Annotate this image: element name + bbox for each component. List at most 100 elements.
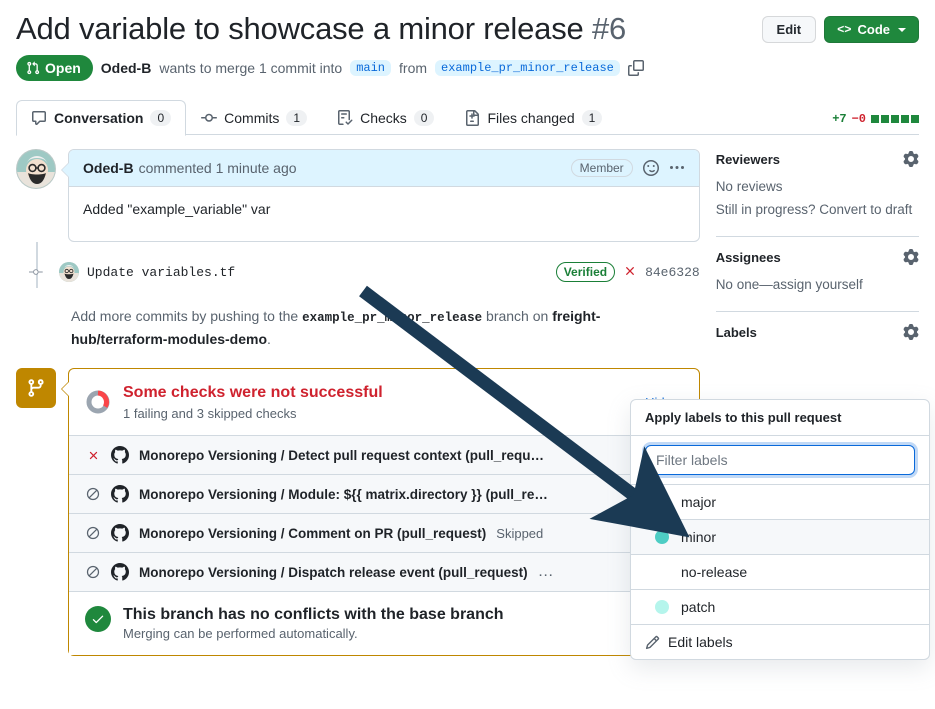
tab-files-changed[interactable]: Files changed 1 (449, 100, 617, 136)
skip-icon (85, 487, 101, 501)
reviewers-empty: No reviews (715, 179, 783, 195)
assignees-header: Assignees (715, 249, 919, 266)
checks-progress-donut (85, 389, 111, 415)
member-badge: Member (570, 159, 633, 178)
edit-button[interactable]: Edit (761, 16, 817, 43)
check-note: … (537, 563, 554, 581)
comment-author[interactable]: Oded-B (83, 160, 134, 176)
pr-number: #6 (591, 11, 627, 46)
checks-summary-text: Some checks were not successful 1 failin… (123, 383, 383, 421)
label-color-dot (655, 530, 669, 544)
check-name: Monorepo Versioning / Comment on PR (pul… (139, 525, 487, 541)
gear-icon[interactable] (903, 249, 919, 266)
skip-icon (85, 565, 101, 579)
header-actions: Edit <> Code (761, 10, 919, 43)
code-button[interactable]: <> Code (824, 16, 919, 43)
head-branch-chip[interactable]: example_pr_minor_release (435, 60, 620, 77)
gear-icon[interactable] (903, 324, 919, 340)
push-hint-prefix: Add more commits by pushing to the (71, 308, 303, 325)
labels-header: Labels (716, 324, 919, 340)
commit-message[interactable]: Update variables.tf (87, 265, 235, 280)
label-option-minor[interactable]: minor (631, 520, 929, 555)
tab-conversation-count: 0 (150, 110, 172, 127)
check-note: Skipped (496, 525, 544, 541)
labels-popover: Apply labels to this pull request major … (630, 399, 930, 660)
comment-body: Added "example_variable" var (83, 201, 271, 218)
check-row[interactable]: Monorepo Versioning / Comment on PR (pul… (69, 513, 699, 553)
pr-title-text: Add variable to showcase a minor release (16, 11, 584, 46)
avatar[interactable] (16, 149, 56, 190)
label-option-no-release[interactable]: no-release (631, 555, 929, 590)
tab-commits-label: Commits (224, 110, 280, 127)
filter-labels-input[interactable] (645, 445, 915, 475)
commit-meta: Verified 84e6328 (555, 262, 700, 283)
base-branch-chip[interactable]: main (350, 60, 392, 77)
tab-commits[interactable]: Commits 1 (186, 100, 322, 136)
merge-box: Some checks were not successful 1 failin… (61, 368, 700, 657)
pr-author[interactable]: Oded-B (101, 60, 152, 76)
gear-icon[interactable] (903, 151, 919, 168)
kebab-menu-icon[interactable] (669, 160, 685, 176)
conflict-text: This branch has no conflicts with the ba… (123, 606, 504, 641)
check-row[interactable]: Monorepo Versioning / Detect pull reques… (69, 435, 699, 475)
checks-title: Some checks were not successful (123, 384, 383, 402)
conflict-status: This branch has no conflicts with the ba… (69, 591, 699, 656)
skip-icon (85, 526, 101, 540)
github-mark-icon (111, 446, 129, 464)
comment-header-actions: Member (570, 159, 685, 178)
smiley-icon[interactable] (642, 160, 659, 177)
verified-badge: Verified (555, 262, 616, 283)
tab-checks[interactable]: Checks 0 (322, 100, 449, 136)
check-row[interactable]: Monorepo Versioning / Dispatch release e… (69, 552, 699, 592)
assignees-title: Assignees (715, 249, 781, 265)
edit-labels-button[interactable]: Edit labels (631, 625, 929, 659)
pr-meta: Open Oded-B wants to merge 1 commit into… (0, 47, 935, 82)
push-hint: Add more commits by pushing to the examp… (71, 306, 631, 350)
convert-to-draft-link[interactable]: Still in progress? Convert to draft (716, 199, 919, 222)
tab-commits-count: 1 (286, 110, 308, 127)
x-failure-icon[interactable] (623, 264, 637, 281)
checks-subtitle: 1 failing and 3 skipped checks (123, 406, 297, 422)
label-option-label: major (681, 494, 717, 510)
check-row[interactable]: Monorepo Versioning / Module: ${{ matrix… (69, 474, 699, 514)
check-name: Monorepo Versioning / Module: ${{ matrix… (139, 486, 548, 502)
x-icon (85, 449, 101, 462)
commit-row: Update variables.tf Verified 84e6328 (29, 256, 700, 288)
pull-request-page: Add variable to showcase a minor release… (0, 0, 935, 709)
tab-checks-count: 0 (413, 110, 435, 127)
commit-avatar[interactable] (59, 262, 79, 283)
github-mark-icon (111, 563, 129, 581)
git-branch-icon (16, 368, 56, 409)
copy-icon[interactable] (627, 60, 644, 77)
label-option-major[interactable]: major (631, 485, 929, 520)
comment-card: Oded-B commented 1 minute ago Member Add… (61, 149, 700, 243)
avatar-image (17, 150, 55, 189)
check-circle-icon (85, 606, 111, 633)
pr-tabs-bar: Conversation 0 Commits 1 Checks 0 Files … (0, 99, 935, 137)
pr-tabs: Conversation 0 Commits 1 Checks 0 Files … (16, 99, 919, 137)
tab-files-changed-count: 1 (581, 110, 603, 127)
labels-title: Labels (715, 324, 757, 340)
reviewers-title: Reviewers (715, 151, 781, 167)
tab-checks-label: Checks (360, 110, 407, 127)
conflict-subtitle: Merging can be performed automatically. (123, 626, 358, 642)
tab-conversation[interactable]: Conversation 0 (16, 100, 187, 137)
check-name: Monorepo Versioning / Detect pull reques… (139, 447, 545, 463)
conflict-title: This branch has no conflicts with the ba… (123, 606, 504, 624)
assignees-empty[interactable]: No one—assign yourself (716, 274, 919, 297)
commit-timeline: Update variables.tf Verified 84e6328 (29, 242, 700, 289)
reviewers-header: Reviewers (715, 151, 919, 168)
label-option-patch[interactable]: patch (631, 590, 929, 625)
code-brackets-icon: <> (837, 22, 852, 37)
diffstat-blocks (871, 115, 919, 124)
commit-sha[interactable]: 84e6328 (645, 265, 700, 280)
tab-conversation-label: Conversation (54, 110, 144, 127)
merge-text-1: wants to merge 1 commit into (159, 60, 343, 77)
sidebar-section-reviewers: Reviewers No reviews Still in progress? … (715, 149, 919, 238)
diffstat-deletions: −0 (851, 112, 866, 127)
status-badge-label: Open (45, 60, 81, 77)
code-button-label: Code (857, 22, 891, 37)
main-column: Oded-B commented 1 minute ago Member Add… (16, 149, 700, 657)
github-mark-icon (111, 485, 129, 503)
commit-node-icon (29, 264, 45, 280)
